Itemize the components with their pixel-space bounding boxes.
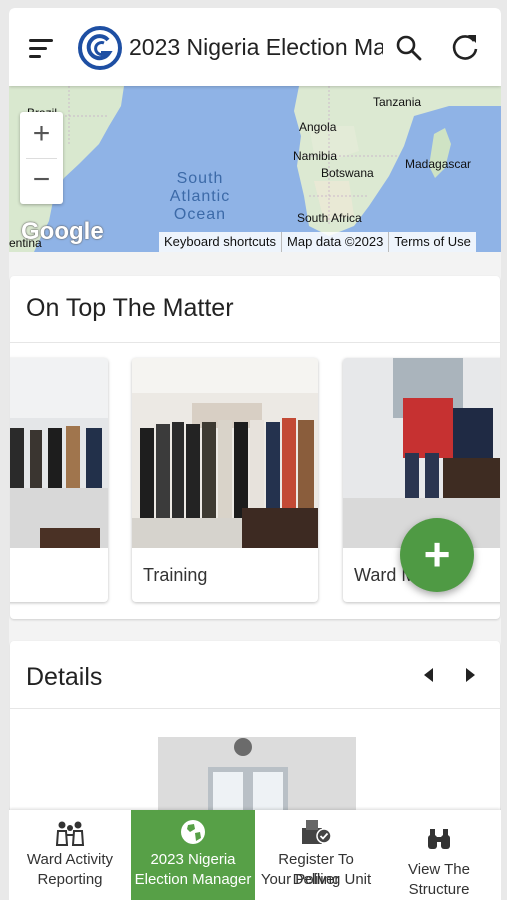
terms-of-use-link[interactable]: Terms of Use xyxy=(388,232,476,252)
refresh-icon[interactable] xyxy=(450,32,480,62)
add-fab-button[interactable]: + xyxy=(400,518,474,592)
top-matter-title: On Top The Matter xyxy=(26,294,234,322)
gallery-item[interactable] xyxy=(10,358,108,602)
gallery-item[interactable]: Training xyxy=(132,358,318,602)
ballot-box-icon xyxy=(302,820,332,844)
menu-icon[interactable] xyxy=(29,37,55,59)
map-label-south-africa: South Africa xyxy=(297,211,362,225)
map-label-namibia: Namibia xyxy=(293,149,338,163)
map-view[interactable]: Brazil Tanzania Angola Namibia Botswana … xyxy=(9,86,501,252)
gallery-photo xyxy=(10,358,108,548)
map-data-link[interactable]: Map data ©2023 xyxy=(281,232,388,252)
map-label-botswana: Botswana xyxy=(321,166,374,180)
gallery-photo xyxy=(132,358,318,548)
page-title: 2023 Nigeria Election Manager xyxy=(129,34,383,60)
map-label-madagascar: Madagascar xyxy=(405,157,472,171)
nav-register-polling-unit[interactable]: Register To Deliver Your Polling Unit xyxy=(255,810,377,900)
globe-icon xyxy=(181,820,205,844)
previous-arrow-icon[interactable] xyxy=(419,665,439,685)
google-logo: Google xyxy=(21,218,104,245)
nav-view-structure[interactable]: View The Structure xyxy=(377,810,501,900)
plus-icon: + xyxy=(423,528,451,580)
binoculars-icon xyxy=(428,829,450,849)
people-icon xyxy=(55,821,85,846)
zoom-out-button[interactable]: − xyxy=(20,158,63,204)
map-label-ocean: South Atlantic Ocean xyxy=(169,170,231,223)
app-logo xyxy=(78,26,122,70)
bottom-navigation: Ward Activity Reporting 2023 Nigeria Ele… xyxy=(9,810,501,900)
zoom-in-button[interactable]: + xyxy=(20,112,63,158)
map-zoom-control: + − xyxy=(20,112,63,204)
gallery-caption: Training xyxy=(143,565,208,585)
nav-election-manager[interactable]: 2023 Nigeria Election Manager xyxy=(131,810,255,900)
details-title: Details xyxy=(26,663,103,691)
search-icon[interactable] xyxy=(395,34,423,62)
app-frame: 2023 Nigeria Election Manager Brazil Tan… xyxy=(9,8,501,900)
next-arrow-icon[interactable] xyxy=(460,665,480,685)
map-label-tanzania: Tanzania xyxy=(373,95,422,109)
app-bar: 2023 Nigeria Election Manager xyxy=(9,8,501,86)
nav-ward-activity-reporting[interactable]: Ward Activity Reporting xyxy=(9,810,131,900)
keyboard-shortcuts-link[interactable]: Keyboard shortcuts xyxy=(159,232,281,252)
map-label-angola: Angola xyxy=(299,120,337,134)
map-attribution: Keyboard shortcuts Map data ©2023 Terms of… xyxy=(159,232,476,252)
